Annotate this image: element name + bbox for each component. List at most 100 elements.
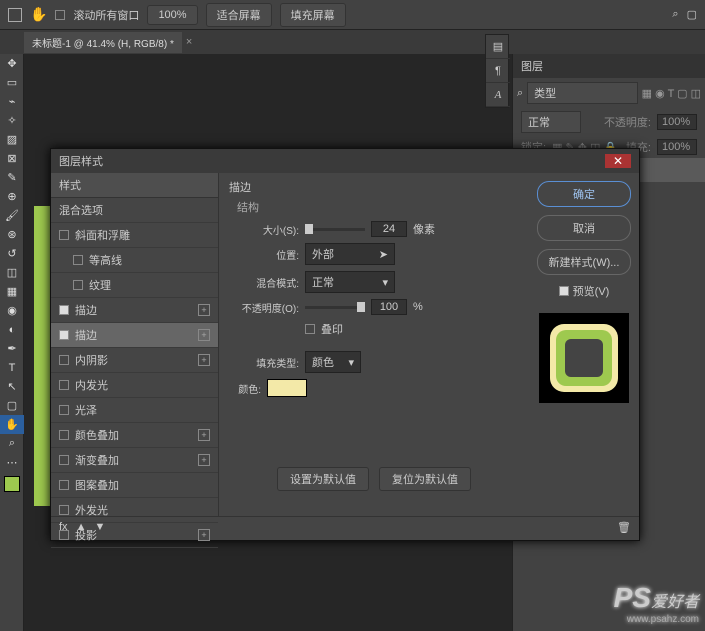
filter-type-select[interactable]: 类型 [527,82,638,104]
eyedropper-tool[interactable]: ✎ [0,168,24,187]
add-effect-icon[interactable]: + [198,529,210,541]
new-style-button[interactable]: 新建样式(W)... [537,249,631,275]
history-brush[interactable]: ↺ [0,244,24,263]
lasso-tool[interactable]: ⌁ [0,92,24,111]
cancel-button[interactable]: 取消 [537,215,631,241]
size-field[interactable]: 24 [371,221,407,237]
style-checkbox[interactable] [59,480,69,490]
brush-tool[interactable]: 🖌 [0,206,24,225]
style-checkbox[interactable] [73,280,83,290]
fill-screen-button[interactable]: 填充屏幕 [280,3,346,27]
style-item[interactable]: 斜面和浮雕 [51,223,218,248]
add-effect-icon[interactable]: + [198,354,210,366]
style-item[interactable]: 内发光 [51,373,218,398]
cursor-icon: ➤ [379,248,388,261]
zoom-field[interactable]: 100% [147,5,197,25]
add-effect-icon[interactable]: + [198,329,210,341]
blend-mode-select-dlg[interactable]: 正常▾ [305,271,395,293]
blend-mode-select[interactable]: 正常 [521,111,581,133]
document-tab[interactable]: 未标题-1 @ 41.4% (H, RGB/8) * [24,32,182,53]
style-checkbox[interactable] [59,505,69,515]
style-checkbox[interactable] [59,380,69,390]
collapsed-panels: ▤ ¶ A [485,34,509,108]
scroll-all-label: 滚动所有窗口 [73,7,139,23]
style-item[interactable]: 内阴影+ [51,348,218,373]
filter-icons[interactable]: ▦ ◉ T ▢ ◫ [642,87,701,100]
style-checkbox[interactable] [73,255,83,265]
style-item[interactable]: 图案叠加 [51,473,218,498]
foreground-color[interactable] [4,476,20,492]
fx-icon[interactable]: fx [59,521,68,538]
path-tool[interactable]: ↖ [0,377,24,396]
reset-default-button[interactable]: 复位为默认值 [379,467,471,491]
style-checkbox[interactable] [59,455,69,465]
style-label: 纹理 [89,277,111,293]
size-slider[interactable] [305,228,365,231]
up-icon[interactable]: ▲ [76,521,87,538]
opacity-field[interactable]: 100% [657,114,697,130]
set-default-button[interactable]: 设置为默认值 [277,467,369,491]
close-icon[interactable]: ✕ [605,154,631,168]
type-tool[interactable]: T [0,358,24,377]
scroll-all-checkbox[interactable] [55,10,65,20]
hand-tool-icon[interactable]: ✋ [30,6,47,23]
add-effect-icon[interactable]: + [198,454,210,466]
blur-tool[interactable]: ◉ [0,301,24,320]
style-item[interactable]: 纹理 [51,273,218,298]
frame-tool[interactable]: ⊠ [0,149,24,168]
fit-screen-button[interactable]: 适合屏幕 [206,3,272,27]
style-checkbox[interactable] [59,405,69,415]
style-item[interactable]: 描边+ [51,323,218,348]
dialog-titlebar[interactable]: 图层样式 ✕ [51,149,639,173]
shape-tool[interactable]: ▢ [0,396,24,415]
edit-toolbar[interactable]: ⋯ [0,453,24,472]
filter-icon[interactable]: ⌕ [517,87,523,100]
style-label: 等高线 [89,252,122,268]
color-picker[interactable] [267,379,307,397]
style-checkbox[interactable] [59,430,69,440]
blending-options[interactable]: 混合选项 [51,198,218,223]
preview-checkbox[interactable] [559,286,569,296]
zoom-tool[interactable]: ⌕ [0,434,24,453]
add-effect-icon[interactable]: + [198,304,210,316]
heal-tool[interactable]: ⊕ [0,187,24,206]
hand-tool[interactable]: ✋ [0,415,24,434]
dodge-tool[interactable]: ◐ [0,320,24,339]
fill-field[interactable]: 100% [657,139,697,155]
style-checkbox[interactable] [59,330,69,340]
home-icon[interactable] [8,8,22,22]
style-checkbox[interactable] [59,230,69,240]
style-item[interactable]: 颜色叠加+ [51,423,218,448]
close-tab-icon[interactable]: × [186,36,192,48]
trash-icon[interactable]: 🗑 [617,521,631,538]
crop-tool[interactable]: ▨ [0,130,24,149]
overprint-checkbox[interactable] [305,324,315,334]
opacity-slider[interactable] [305,306,365,309]
style-item[interactable]: 光泽 [51,398,218,423]
down-icon[interactable]: ▼ [94,521,105,538]
panel-tab-1[interactable]: ▤ [486,35,510,59]
eraser-tool[interactable]: ◫ [0,263,24,282]
move-tool[interactable]: ✥ [0,54,24,73]
pen-tool[interactable]: ✒ [0,339,24,358]
add-effect-icon[interactable]: + [198,429,210,441]
style-checkbox[interactable] [59,355,69,365]
workspace-icon[interactable]: ▢ [687,8,697,21]
panel-tab-3[interactable]: A [486,83,510,107]
stamp-tool[interactable]: ⊛ [0,225,24,244]
style-item[interactable]: 等高线 [51,248,218,273]
position-select[interactable]: 外部➤ [305,243,395,265]
filltype-select[interactable]: 颜色▾ [305,351,361,373]
style-item[interactable]: 渐变叠加+ [51,448,218,473]
panel-tab-2[interactable]: ¶ [486,59,510,83]
marquee-tool[interactable]: ▭ [0,73,24,92]
search-icon[interactable]: ⌕ [672,8,678,21]
style-checkbox[interactable] [59,305,69,315]
opacity-field-dlg[interactable]: 100 [371,299,407,315]
styles-header[interactable]: 样式 [51,173,218,198]
style-item[interactable]: 外发光 [51,498,218,523]
ok-button[interactable]: 确定 [537,181,631,207]
wand-tool[interactable]: ✧ [0,111,24,130]
gradient-tool[interactable]: ▦ [0,282,24,301]
style-item[interactable]: 描边+ [51,298,218,323]
